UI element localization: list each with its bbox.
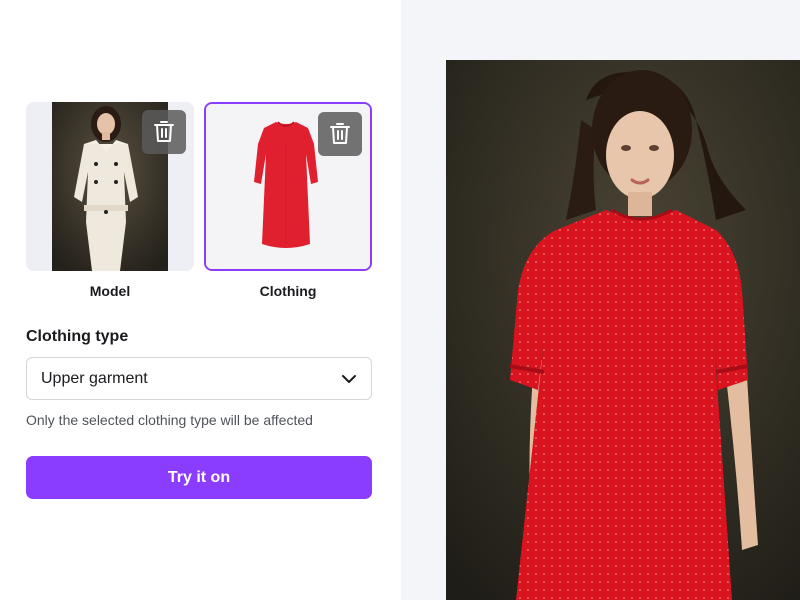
result-photo xyxy=(446,60,800,600)
clothing-type-hint: Only the selected clothing type will be … xyxy=(26,412,313,428)
clothing-delete-button[interactable] xyxy=(318,112,362,156)
try-it-on-button[interactable]: Try it on xyxy=(26,456,372,499)
clothing-type-value: Upper garment xyxy=(41,369,148,387)
clothing-label: Clothing xyxy=(259,283,317,299)
controls-panel: Model Clothing Clothing type Upper garme… xyxy=(0,0,401,600)
model-label: Model xyxy=(89,283,131,299)
clothing-type-title: Clothing type xyxy=(26,328,129,345)
model-thumbnail[interactable] xyxy=(26,102,194,271)
clothing-type-select[interactable]: Upper garment xyxy=(26,357,372,400)
clothing-thumbnail[interactable] xyxy=(204,102,372,271)
model-delete-button[interactable] xyxy=(142,110,186,154)
trash-icon xyxy=(154,121,174,142)
trash-icon xyxy=(330,123,350,144)
result-image xyxy=(446,60,800,600)
chevron-down-icon xyxy=(342,374,356,383)
